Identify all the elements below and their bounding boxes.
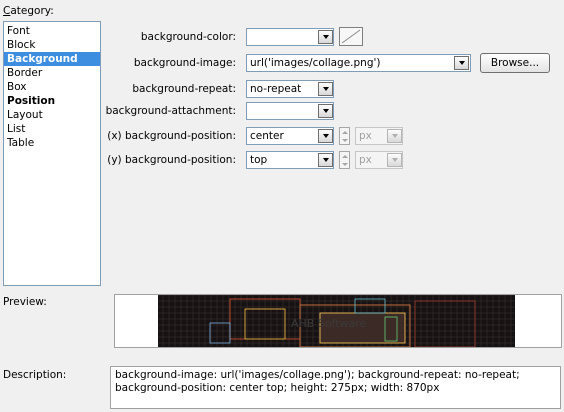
spin-up-icon[interactable] bbox=[340, 152, 349, 160]
category-item-block[interactable]: Block bbox=[4, 38, 100, 52]
background-color-label: background-color: bbox=[140, 31, 236, 43]
background-position-x-dropdown-button[interactable] bbox=[318, 129, 333, 143]
background-position-y-label: (y) background-position: bbox=[107, 154, 236, 166]
background-position-y-spinner[interactable] bbox=[339, 151, 350, 169]
category-item-table[interactable]: Table bbox=[4, 136, 100, 150]
background-position-x-value: center bbox=[250, 130, 284, 142]
category-item-box[interactable]: Box bbox=[4, 80, 100, 94]
chevron-down-icon bbox=[322, 35, 329, 39]
preview-box: AHB Software bbox=[114, 294, 562, 348]
spin-down-icon[interactable] bbox=[340, 160, 349, 168]
category-item-border[interactable]: Border bbox=[4, 66, 100, 80]
background-position-x-label: (x) background-position: bbox=[107, 130, 236, 142]
background-position-y-unit-value: px bbox=[359, 154, 372, 166]
background-position-y-value: top bbox=[250, 154, 268, 166]
chevron-down-icon bbox=[391, 134, 398, 138]
background-image-label: background-image: bbox=[133, 57, 236, 69]
chevron-down-icon bbox=[322, 87, 329, 91]
category-item-font[interactable]: Font bbox=[4, 24, 100, 38]
description-label: Description: bbox=[3, 369, 67, 381]
background-image-value: url('images/collage.png') bbox=[250, 57, 381, 69]
background-position-y-unit-dropdown-button[interactable] bbox=[387, 153, 402, 167]
category-item-position[interactable]: Position bbox=[4, 94, 100, 108]
background-repeat-dropdown-button[interactable] bbox=[318, 82, 333, 96]
chevron-down-icon bbox=[322, 134, 329, 138]
spin-down-icon[interactable] bbox=[340, 136, 349, 144]
background-attachment-dropdown-button[interactable] bbox=[318, 104, 333, 118]
chevron-down-icon bbox=[322, 109, 329, 113]
preview-label: Preview: bbox=[3, 296, 47, 308]
category-label: Category: bbox=[3, 5, 54, 17]
category-item-background[interactable]: Background bbox=[4, 52, 100, 66]
background-repeat-label: background-repeat: bbox=[132, 83, 236, 95]
background-position-x-spinner[interactable] bbox=[339, 127, 350, 145]
spin-up-icon[interactable] bbox=[340, 128, 349, 136]
chevron-down-icon bbox=[391, 158, 398, 162]
background-repeat-value: no-repeat bbox=[250, 83, 302, 95]
description-box: background-image: url('images/collage.pn… bbox=[110, 366, 561, 409]
background-color-dropdown-button[interactable] bbox=[318, 30, 333, 44]
browse-button[interactable]: Browse... bbox=[480, 53, 550, 73]
background-image-combo[interactable]: url('images/collage.png') bbox=[246, 54, 471, 72]
chevron-down-icon bbox=[322, 158, 329, 162]
no-color-icon bbox=[341, 29, 361, 44]
chevron-down-icon bbox=[458, 61, 465, 65]
collage-preview-image: AHB Software bbox=[158, 295, 515, 347]
background-position-x-unit-value: px bbox=[359, 130, 372, 142]
background-attachment-label: background-attachment: bbox=[105, 105, 236, 117]
background-position-x-unit-dropdown-button[interactable] bbox=[387, 129, 402, 143]
background-image-dropdown-button[interactable] bbox=[454, 56, 469, 70]
color-swatch-button[interactable] bbox=[339, 27, 363, 46]
background-position-y-dropdown-button[interactable] bbox=[318, 153, 333, 167]
preview-image-caption: AHB Software bbox=[291, 317, 367, 330]
category-item-list[interactable]: List bbox=[4, 122, 100, 136]
category-list[interactable]: Font Block Background Border Box Positio… bbox=[3, 21, 101, 286]
category-item-layout[interactable]: Layout bbox=[4, 108, 100, 122]
